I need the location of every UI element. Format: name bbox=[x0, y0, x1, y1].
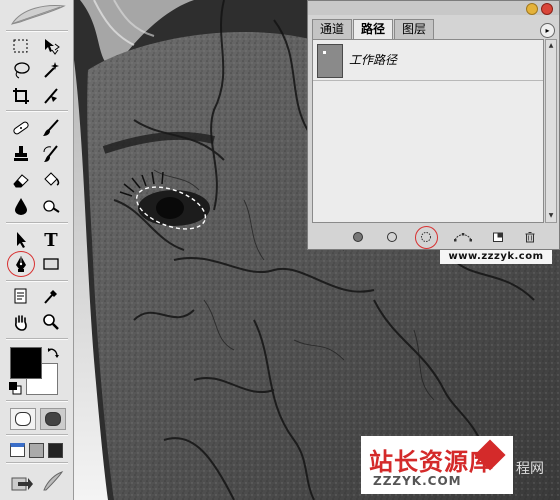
full-screen-mode-icon[interactable] bbox=[48, 443, 63, 458]
scroll-up-arrow-icon[interactable]: ▲ bbox=[546, 40, 556, 52]
foreground-color-swatch[interactable] bbox=[10, 347, 42, 379]
blur-tool[interactable] bbox=[8, 194, 34, 218]
lasso-tool[interactable] bbox=[8, 58, 34, 82]
paths-list: 工作路径 bbox=[312, 39, 544, 223]
delete-path-button[interactable] bbox=[522, 229, 538, 245]
delete-path-icon bbox=[525, 232, 535, 243]
eyedropper-icon bbox=[44, 290, 57, 304]
notes-tool[interactable] bbox=[8, 284, 34, 308]
toolbox-separator bbox=[6, 338, 68, 340]
toolbox: T bbox=[0, 0, 74, 500]
toolbox-separator bbox=[6, 30, 68, 32]
toolbox-separator bbox=[6, 110, 68, 112]
crop-tool[interactable] bbox=[8, 84, 34, 108]
tab-channels[interactable]: 通道 bbox=[312, 19, 353, 39]
eraser-tool[interactable] bbox=[8, 168, 34, 192]
row-divider bbox=[313, 80, 543, 81]
jump-to-imageready-icon[interactable] bbox=[10, 470, 34, 492]
scroll-down-arrow-icon[interactable]: ▼ bbox=[546, 210, 556, 222]
zoom-icon bbox=[43, 314, 59, 330]
brush-tool[interactable] bbox=[38, 116, 64, 140]
make-work-path-icon bbox=[454, 233, 472, 242]
panel-titlebar[interactable] bbox=[308, 1, 559, 15]
path-thumbnail bbox=[317, 44, 343, 78]
toolbox-separator bbox=[6, 462, 68, 464]
panel-tabs: 通道 路径 图层 bbox=[312, 19, 435, 40]
clone-stamp-icon bbox=[14, 146, 28, 161]
clone-stamp-tool[interactable] bbox=[8, 142, 34, 166]
type-tool[interactable]: T bbox=[38, 228, 64, 252]
move-icon bbox=[45, 39, 60, 55]
crop-icon bbox=[13, 88, 29, 104]
fill-path-button[interactable] bbox=[350, 229, 366, 245]
pen-tool-highlight-circle bbox=[7, 251, 35, 277]
paint-bucket-tool[interactable] bbox=[38, 168, 64, 192]
blur-icon bbox=[15, 198, 27, 215]
toolbox-separator bbox=[6, 434, 68, 436]
full-screen-menu-mode-icon[interactable] bbox=[29, 443, 44, 458]
logo-english-text: ZZZYK.COM bbox=[373, 474, 462, 488]
marquee-tool[interactable] bbox=[8, 34, 34, 58]
close-button[interactable] bbox=[541, 3, 553, 15]
paths-panel: 通道 路径 图层 ▸ 工作路径 ▲ ▼ bbox=[307, 0, 560, 250]
path-selection-tool[interactable] bbox=[8, 228, 34, 252]
stroke-path-icon bbox=[387, 232, 397, 242]
lasso-icon bbox=[14, 62, 30, 79]
tab-layers[interactable]: 图层 bbox=[394, 19, 435, 39]
default-colors-icon[interactable] bbox=[8, 381, 22, 395]
hand-icon bbox=[15, 315, 27, 331]
healing-brush-tool[interactable] bbox=[8, 116, 34, 140]
dodge-icon bbox=[43, 200, 60, 213]
paint-bucket-icon bbox=[44, 172, 60, 186]
standard-screen-mode-icon[interactable] bbox=[10, 443, 25, 457]
magic-wand-tool[interactable] bbox=[38, 58, 64, 82]
paths-panel-bottom-bar bbox=[312, 226, 556, 249]
magic-wand-icon bbox=[44, 62, 59, 78]
move-tool[interactable] bbox=[38, 34, 64, 58]
swap-colors-icon[interactable] bbox=[46, 346, 60, 360]
panel-menu-arrow-icon[interactable]: ▸ bbox=[540, 23, 555, 38]
notes-icon bbox=[14, 288, 27, 304]
eraser-icon bbox=[13, 174, 29, 188]
toolbox-separator bbox=[6, 400, 68, 402]
zoom-tool[interactable] bbox=[38, 310, 64, 334]
rectangle-shape-icon bbox=[43, 258, 59, 270]
dodge-tool[interactable] bbox=[38, 194, 64, 218]
feather-logo-icon[interactable] bbox=[6, 2, 68, 28]
stroke-path-button[interactable] bbox=[384, 229, 400, 245]
path-row-work-path[interactable]: 工作路径 bbox=[313, 40, 543, 81]
history-brush-tool[interactable] bbox=[38, 142, 64, 166]
tab-paths[interactable]: 路径 bbox=[353, 19, 394, 40]
watermark-logo: 站长资源库 ZZZYK.COM bbox=[361, 436, 513, 494]
type-icon: T bbox=[44, 229, 58, 251]
eyedropper-tool[interactable] bbox=[38, 284, 64, 308]
toolbox-separator bbox=[6, 280, 68, 282]
fill-path-icon bbox=[353, 232, 363, 242]
slice-tool[interactable] bbox=[38, 84, 64, 108]
standard-mode-icon bbox=[15, 412, 31, 426]
path-label: 工作路径 bbox=[349, 53, 398, 67]
imageready-feather-icon bbox=[43, 471, 64, 491]
make-work-path-button[interactable] bbox=[452, 229, 474, 245]
path-selection-icon bbox=[17, 232, 26, 248]
quick-mask-mode-icon bbox=[45, 412, 61, 426]
new-path-icon bbox=[493, 232, 503, 242]
brush-icon bbox=[43, 119, 59, 136]
standard-mode-button[interactable] bbox=[10, 408, 36, 430]
minimize-button[interactable] bbox=[526, 3, 538, 15]
marquee-icon bbox=[13, 39, 28, 53]
healing-brush-icon bbox=[13, 121, 29, 135]
slice-icon bbox=[44, 88, 58, 104]
new-path-button[interactable] bbox=[490, 229, 506, 245]
rectangle-shape-tool[interactable] bbox=[38, 252, 64, 276]
load-selection-highlight-circle bbox=[415, 226, 438, 249]
history-brush-icon bbox=[43, 145, 58, 162]
watermark-url: www.zzzyk.com bbox=[440, 250, 552, 264]
watermark-edge-text: 程网 bbox=[516, 461, 544, 477]
quick-mask-mode-button[interactable] bbox=[40, 408, 66, 430]
hand-tool[interactable] bbox=[8, 310, 34, 334]
paths-list-scrollbar[interactable]: ▲ ▼ bbox=[545, 39, 557, 223]
logo-chinese-text: 站长资源库 bbox=[369, 448, 494, 476]
toolbox-separator bbox=[6, 222, 68, 224]
